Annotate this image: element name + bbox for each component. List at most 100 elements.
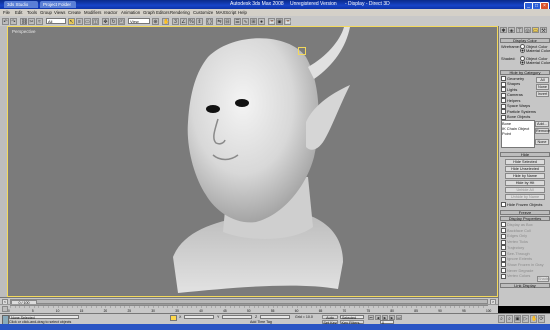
display-color-rollout[interactable]: Display Color — [500, 38, 550, 43]
named-selection-icon[interactable]: { } — [206, 17, 213, 25]
curve-editor-icon[interactable]: ∿ — [242, 17, 249, 25]
link-icon[interactable]: ⛓ — [20, 17, 27, 25]
modify-tab-icon[interactable]: ◈ — [508, 27, 515, 34]
window-title: Autodesk 3ds Max 2008 — [230, 1, 284, 7]
category-all-button[interactable]: All — [536, 77, 549, 83]
menu-animation[interactable]: Animation — [121, 9, 140, 16]
lock-selection-icon[interactable] — [170, 315, 177, 321]
undo-icon[interactable]: ↶ — [2, 17, 9, 25]
menu-edit[interactable]: Edit — [15, 9, 22, 16]
select-rotate-icon[interactable]: ↻ — [110, 17, 117, 25]
utilities-tab-icon[interactable]: ⚒ — [540, 27, 547, 34]
hide-unselected-button[interactable]: Hide Unselected — [505, 166, 545, 172]
bind-spacewarp-icon[interactable]: ≈ — [36, 17, 43, 25]
prop-vertex-colors[interactable]: Vertex Colors — [501, 273, 537, 279]
x-coord-field[interactable] — [184, 314, 214, 319]
percent-snap-icon[interactable]: % — [188, 17, 195, 25]
select-by-name-icon[interactable]: ≡ — [76, 17, 83, 25]
z-coord-field[interactable] — [260, 314, 290, 319]
pan-icon[interactable]: ✋ — [530, 315, 537, 323]
menu-group[interactable]: Group — [40, 9, 52, 16]
quick-render-icon[interactable]: ☕ — [284, 17, 291, 25]
display-driver: - Display - Direct 3D — [345, 1, 390, 7]
list-item-point[interactable]: Point — [502, 131, 534, 136]
remove-button[interactable]: Remove — [535, 128, 550, 134]
render-frame-icon[interactable]: ▣ — [276, 17, 283, 25]
bone-filter-list[interactable]: Bone IK Chain Object Point — [501, 120, 535, 148]
select-scale-icon[interactable]: ◰ — [118, 17, 125, 25]
menu-graph-editors[interactable]: Graph Editors — [143, 9, 170, 16]
menu-tools[interactable]: Tools — [27, 9, 37, 16]
menu-create[interactable]: Create — [68, 9, 81, 16]
hide-by-name-button[interactable]: Hide by Name — [505, 173, 545, 179]
menu-help[interactable]: Help — [238, 9, 247, 16]
add-button[interactable]: Add... — [535, 121, 549, 127]
hierarchy-tab-icon[interactable]: ⊤ — [516, 27, 523, 34]
hide-rollout[interactable]: Hide — [500, 152, 550, 157]
unhide-all-button[interactable]: Unhide All — [505, 187, 545, 193]
redo-icon[interactable]: ↷ — [10, 17, 17, 25]
prop-label: Display as Box — [507, 222, 533, 227]
unhide-by-name-button[interactable]: Unhide by Name — [505, 194, 545, 200]
link-display-rollout[interactable]: Link Display — [500, 283, 550, 288]
menu-reactor[interactable]: reactor — [104, 9, 117, 16]
unlink-icon[interactable]: ✂ — [28, 17, 35, 25]
manipulate-icon[interactable]: ✋ — [162, 17, 169, 25]
elf-head-model[interactable] — [8, 27, 497, 296]
menu-customize[interactable]: Customize — [193, 9, 213, 16]
field-of-view-icon[interactable]: ▷ — [522, 315, 529, 323]
select-move-icon[interactable]: ✥ — [102, 17, 109, 25]
freeze-rollout[interactable]: Freeze — [500, 210, 550, 215]
key-mode-dropdown[interactable]: Selected — [340, 314, 364, 319]
grid-size: Grid = 10.0 — [295, 314, 313, 319]
layer-manager-icon[interactable]: ☰ — [234, 17, 241, 25]
schematic-view-icon[interactable]: ⊞ — [250, 17, 257, 25]
shaded-material-color-radio[interactable]: Material Color — [520, 60, 550, 66]
hide-by-hit-button[interactable]: Hide by Hit — [505, 180, 545, 186]
window-crossing-icon[interactable]: ◫ — [92, 17, 99, 25]
angle-snap-icon[interactable]: ∠ — [180, 17, 187, 25]
z-coord-label: Z — [255, 314, 258, 319]
menu-file[interactable]: File — [3, 9, 10, 16]
project-folder-tab[interactable]: Project Folder — [40, 1, 76, 8]
hide-by-category-rollout[interactable]: Hide by Category — [500, 70, 550, 75]
material-editor-icon[interactable]: ● — [258, 17, 265, 25]
pivot-center-icon[interactable]: ⊕ — [152, 17, 159, 25]
zoom-icon[interactable]: ⌕ — [498, 315, 505, 323]
vertex-colors-shaded-button[interactable]: Shaded — [537, 276, 550, 282]
arc-rotate-icon[interactable]: ⟳ — [538, 315, 545, 323]
hide-selected-button[interactable]: Hide Selected — [505, 159, 545, 165]
mirror-icon[interactable]: ⇋ — [216, 17, 223, 25]
menu-maxscript[interactable]: MAXScript — [216, 9, 236, 16]
zoom-all-icon[interactable]: ⌕ — [506, 315, 513, 323]
category-none-button[interactable]: None — [536, 84, 549, 90]
create-tab-icon[interactable]: ✱ — [500, 27, 507, 34]
hide-frozen-checkbox[interactable]: Hide Frozen Objects — [501, 202, 542, 208]
snap-toggle-icon[interactable]: 3 — [172, 17, 179, 25]
category-invert-button[interactable]: Invert — [536, 91, 549, 97]
motion-tab-icon[interactable]: ◎ — [524, 27, 531, 34]
spinner-snap-icon[interactable]: ⇕ — [196, 17, 203, 25]
display-tab-icon[interactable]: ▭ — [532, 27, 539, 34]
reference-coord-dropdown[interactable]: View — [128, 18, 150, 24]
selection-filter-dropdown[interactable]: All — [46, 18, 66, 24]
align-icon[interactable]: ⊟ — [224, 17, 231, 25]
category-bone-objects[interactable]: Bone Objects — [501, 114, 535, 120]
zoom-extents-icon[interactable]: ▣ — [514, 315, 521, 323]
select-object-icon[interactable]: ↖ — [68, 17, 75, 25]
goto-end-icon[interactable]: ⏭ — [396, 314, 402, 320]
list-none-button[interactable]: None — [535, 139, 549, 145]
goto-start-icon[interactable]: ⏮ — [368, 314, 374, 320]
perspective-viewport[interactable]: Perspective — [7, 26, 498, 297]
category-label: Helpers — [507, 97, 521, 103]
menu-views[interactable]: Views — [54, 9, 65, 16]
rect-selection-icon[interactable]: ▭ — [84, 17, 91, 25]
display-properties-rollout[interactable]: Display Properties — [500, 216, 550, 221]
auto-key-button[interactable]: Auto Key — [322, 314, 338, 325]
app-tab[interactable]: 3ds Studio Max — [4, 1, 38, 14]
render-setup-icon[interactable]: ☕ — [268, 17, 275, 25]
menu-rendering[interactable]: Rendering — [170, 9, 190, 16]
y-coord-field[interactable] — [222, 314, 252, 319]
wire-material-color-radio[interactable]: Material Color — [520, 48, 550, 54]
menu-modifiers[interactable]: Modifiers — [84, 9, 101, 16]
